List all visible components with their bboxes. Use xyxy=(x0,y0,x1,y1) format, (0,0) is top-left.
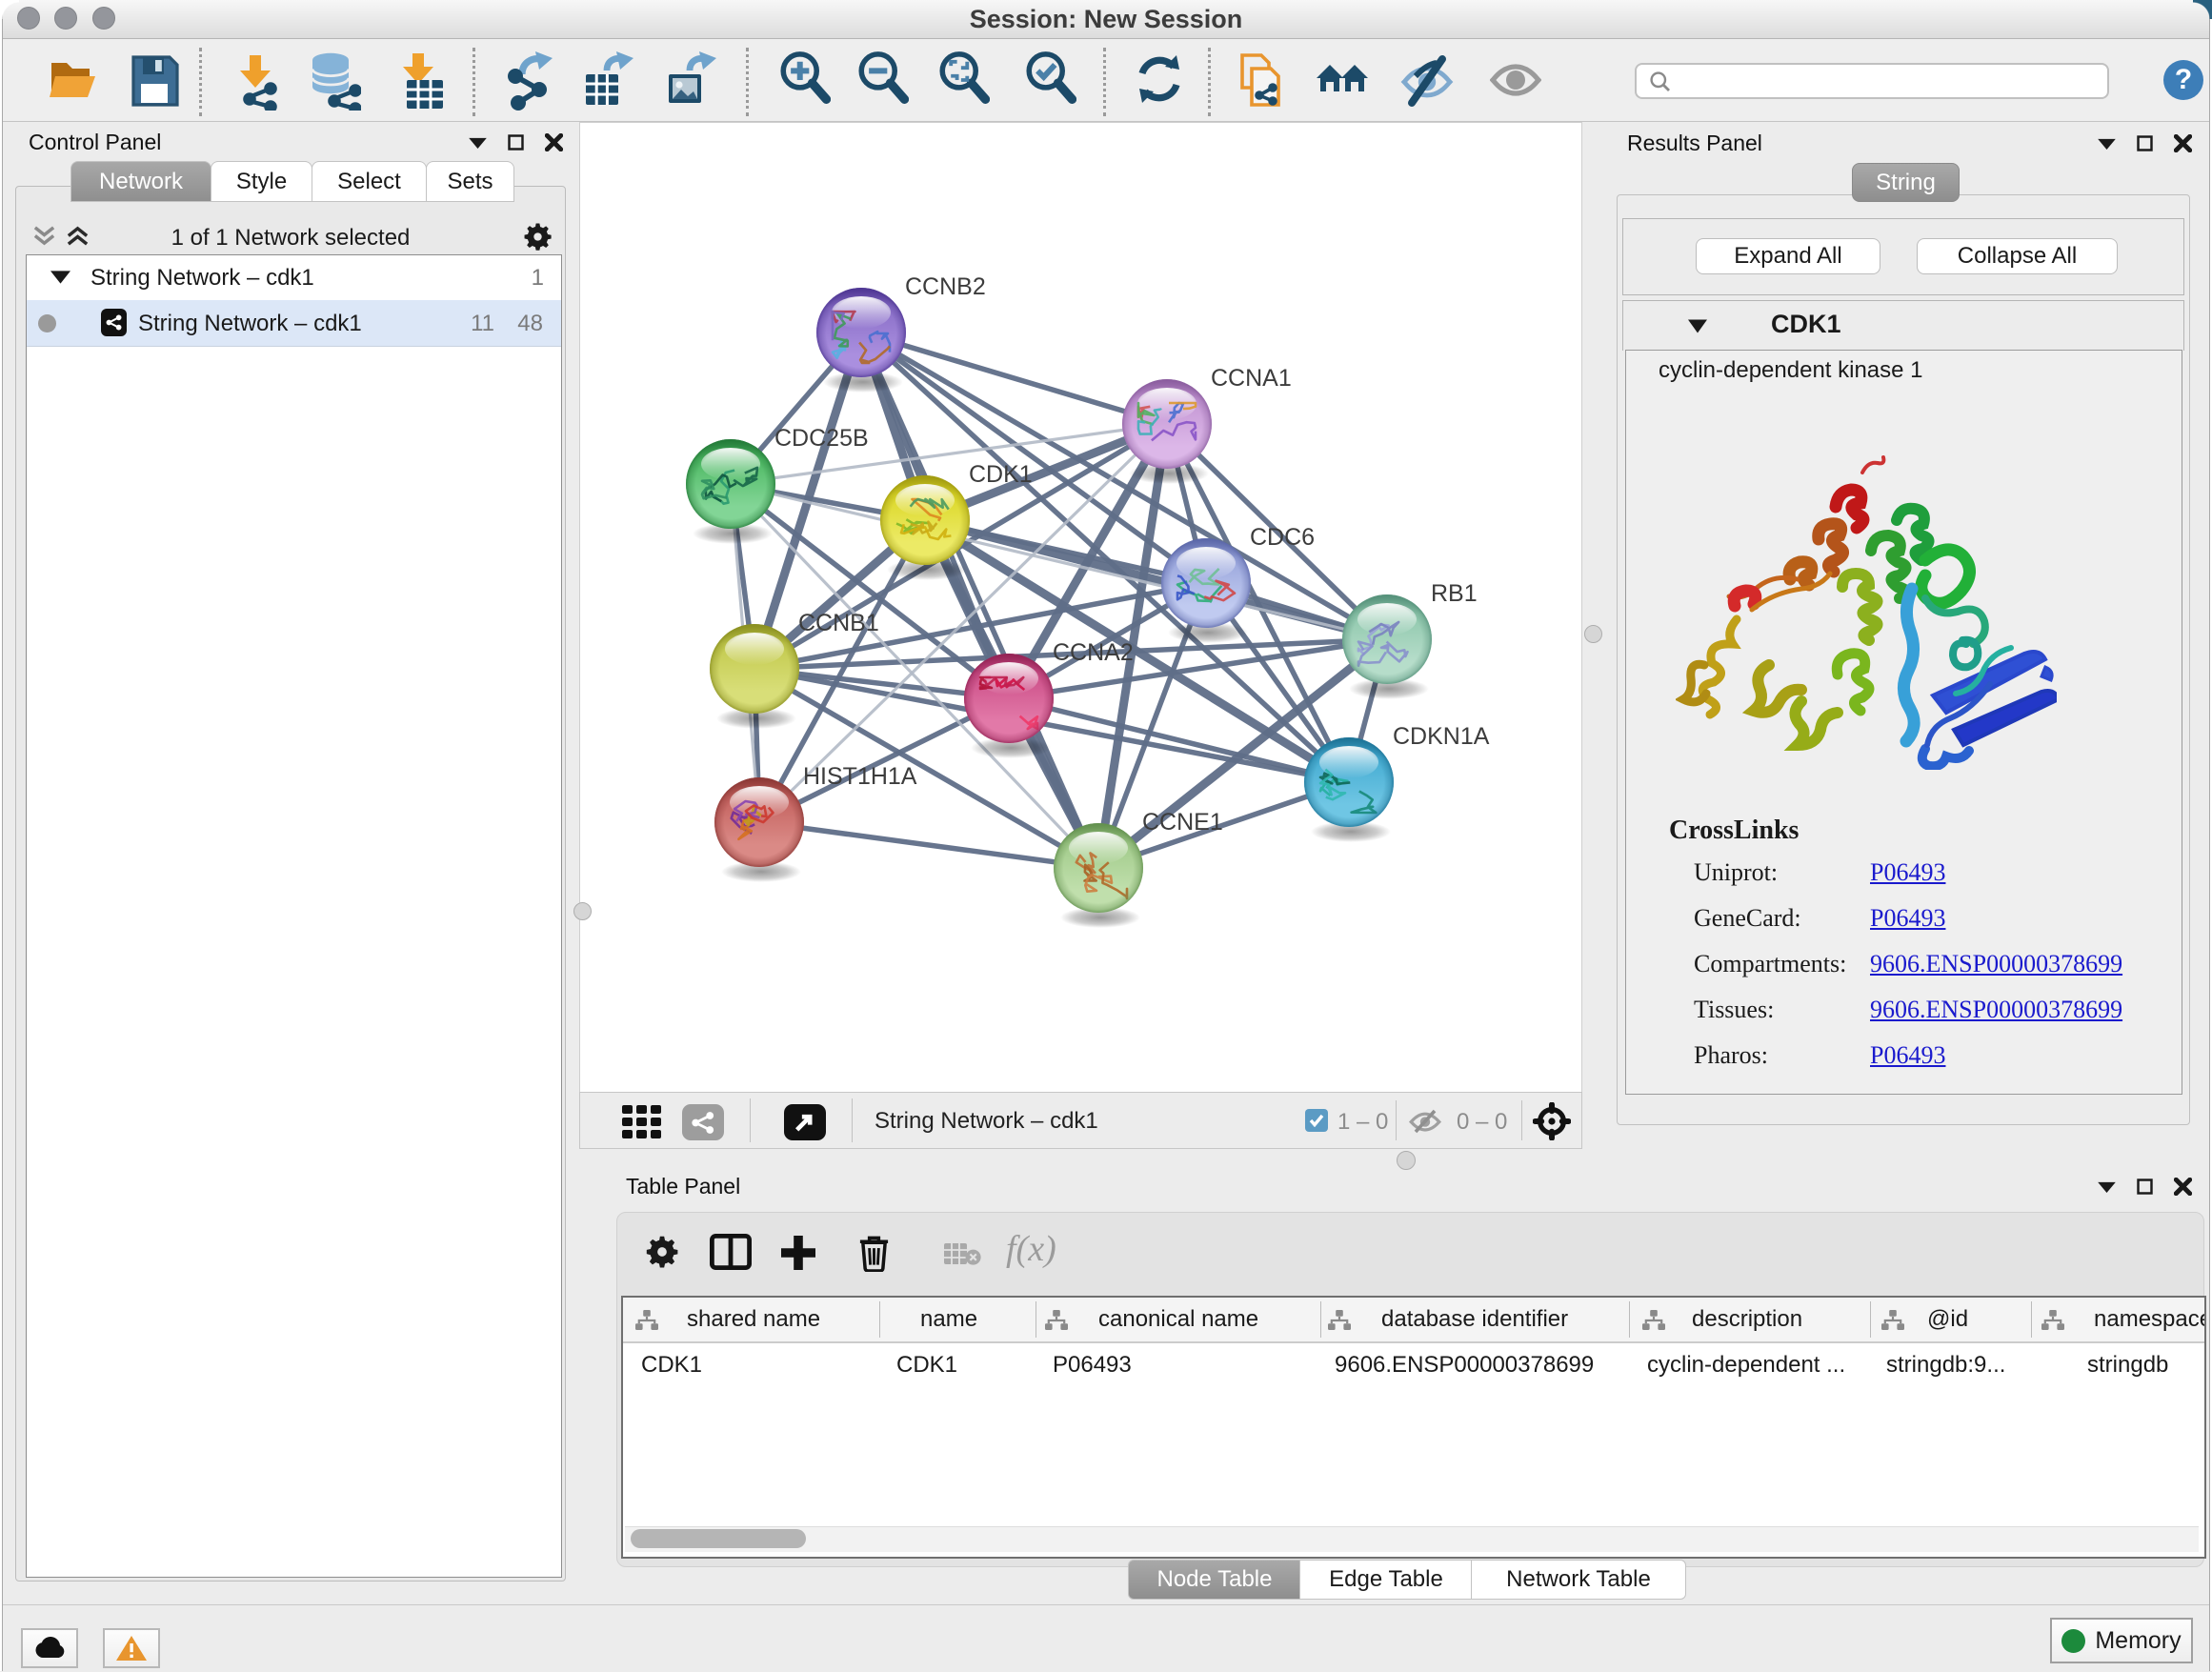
svg-text:CDC6: CDC6 xyxy=(1250,524,1315,551)
svg-text:CCNB2: CCNB2 xyxy=(905,273,986,300)
svg-text:CCNE1: CCNE1 xyxy=(1142,809,1223,836)
svg-text:CCNB1: CCNB1 xyxy=(798,610,879,636)
svg-text:CCNA2: CCNA2 xyxy=(1053,639,1134,666)
svg-text:CDK1: CDK1 xyxy=(969,461,1033,488)
svg-text:CDKN1A: CDKN1A xyxy=(1393,723,1490,750)
svg-text:CDC25B: CDC25B xyxy=(774,425,869,452)
svg-text:RB1: RB1 xyxy=(1431,580,1478,607)
svg-text:CCNA1: CCNA1 xyxy=(1211,365,1292,392)
svg-text:HIST1H1A: HIST1H1A xyxy=(803,763,917,790)
